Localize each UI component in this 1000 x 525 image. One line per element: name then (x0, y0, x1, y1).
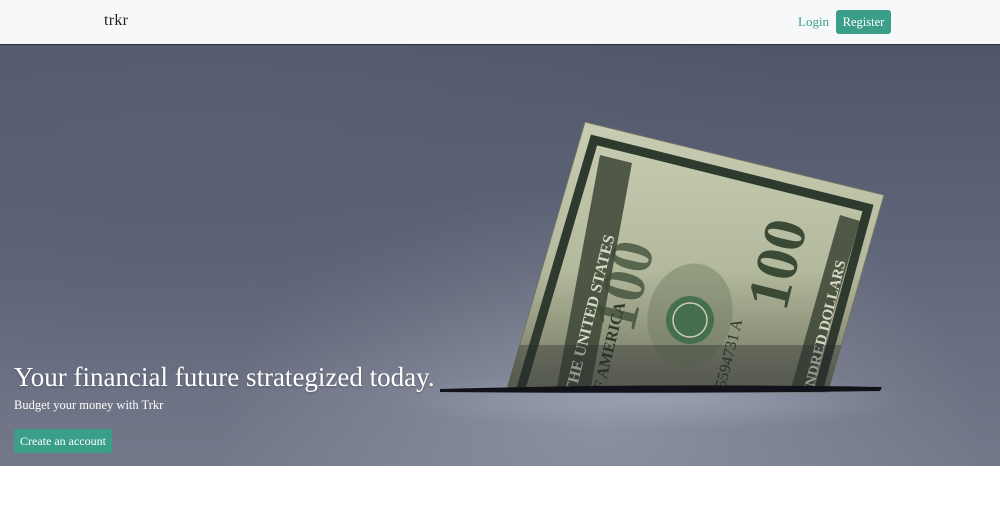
login-link[interactable]: Login (798, 14, 829, 30)
dollar-bill: 100 100 THE UNITED STATES OF AMERICA HUN… (505, 121, 885, 393)
create-account-button[interactable]: Create an account (14, 429, 112, 453)
hero-section: 100 100 THE UNITED STATES OF AMERICA HUN… (0, 45, 1000, 466)
hero-title: Your financial future strategized today. (14, 362, 435, 392)
content-area (0, 466, 1000, 525)
top-navbar: trkr Login Register (0, 0, 1000, 45)
register-button[interactable]: Register (836, 10, 891, 34)
hero-subtitle: Budget your money with Trkr (14, 398, 164, 412)
brand-logo[interactable]: trkr (104, 12, 128, 30)
